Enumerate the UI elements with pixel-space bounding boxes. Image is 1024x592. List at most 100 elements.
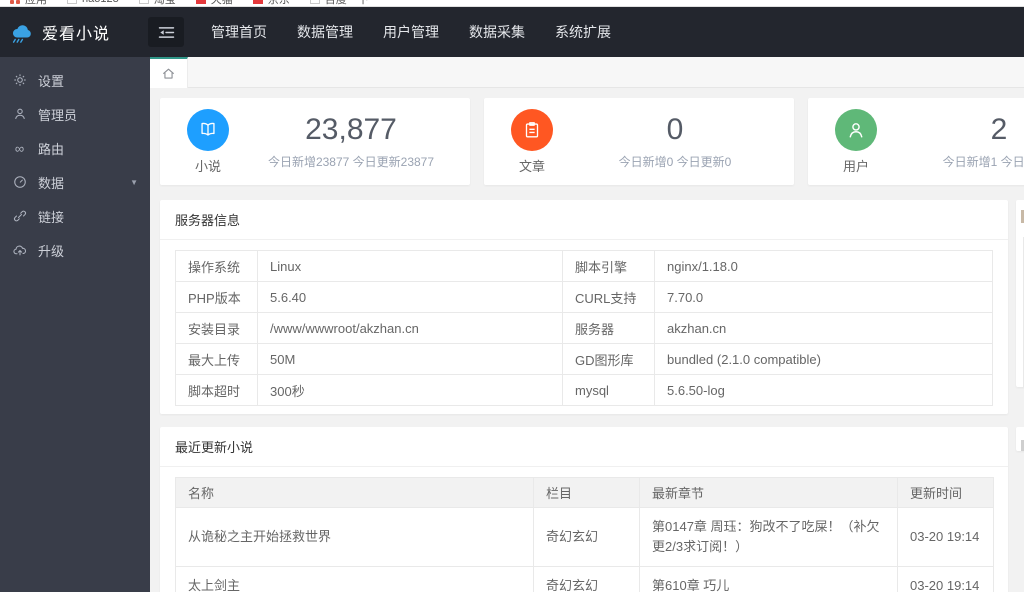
app-title: 爱看小说 <box>42 26 111 43</box>
sidebar-item-label: 管理员 <box>38 107 78 123</box>
novel-name: 从诡秘之主开始拯救世界 <box>175 506 534 568</box>
info-key: CURL支持 <box>562 281 655 313</box>
sidebar-item-admin[interactable]: 管理员 <box>0 97 150 131</box>
recent-novels-panel: 最近更新小说 名称 栏目 最新章节 更新时间 从诡秘之主开始拯救世界 奇幻玄幻 <box>160 427 1008 592</box>
stat-value: 0 <box>666 113 684 146</box>
bookmark-taobao[interactable]: 淘宝 <box>138 0 176 6</box>
info-key: 服务器 <box>562 312 655 344</box>
stat-label: 小说 <box>194 158 221 174</box>
bookmark-label: 应用 <box>25 0 47 6</box>
table-row: 最大上传 50M GD图形库 bundled (2.1.0 compatible… <box>175 343 993 375</box>
bookmark-label: 百度一下 <box>324 0 369 6</box>
nav-item-user-manage[interactable]: 用户管理 <box>368 7 454 57</box>
link-icon <box>12 209 27 224</box>
page-icon <box>67 0 77 4</box>
tab-home[interactable] <box>150 57 188 88</box>
admin-user-icon <box>12 107 27 122</box>
sidebar-item-label: 升级 <box>38 243 65 259</box>
bookmark-tmall[interactable]: 天猫 <box>195 0 233 6</box>
table-row: 脚本超时 300秒 mysql 5.6.50-log <box>175 374 993 406</box>
sidebar-item-settings[interactable]: 设置 <box>0 63 150 97</box>
info-key: PHP版本 <box>175 281 258 313</box>
home-icon <box>162 68 175 79</box>
page-icon <box>309 0 320 4</box>
sidebar-item-upgrade[interactable]: 升级 <box>0 233 150 267</box>
bookmark-baidu[interactable]: 百度一下 <box>309 0 369 6</box>
upgrade-cloud-icon <box>12 243 27 258</box>
bookmark-apps[interactable]: 应用 <box>10 0 47 6</box>
stat-label: 文章 <box>518 158 545 174</box>
main-content: 小说 23,877 今日新增23877 今日更新23877 文章 0 今日新增0… <box>150 88 1024 592</box>
jd-icon <box>252 0 263 4</box>
table-row: 安装目录 /www/wwwroot/akzhan.cn 服务器 akzhan.c… <box>175 312 993 344</box>
tab-strip <box>150 57 1024 88</box>
table-row[interactable]: 太上剑主 奇幻玄幻 第610章 巧儿 03-20 19:14 <box>175 566 994 592</box>
stat-subtext: 今日新增0 今日更新0 <box>618 155 732 169</box>
stat-card-novels[interactable]: 小说 23,877 今日新增23877 今日更新23877 <box>160 98 470 185</box>
bookmark-label: 淘宝 <box>153 0 176 6</box>
info-value: 5.6.50-log <box>654 374 993 406</box>
recent-novels-title: 最近更新小说 <box>160 427 1008 467</box>
dashboard-icon <box>12 175 27 190</box>
info-key: 脚本引擎 <box>562 250 655 282</box>
table-header-row: 名称 栏目 最新章节 更新时间 <box>175 477 994 508</box>
stat-cards-row: 小说 23,877 今日新增23877 今日更新23877 文章 0 今日新增0… <box>160 98 1024 185</box>
stat-card-articles[interactable]: 文章 0 今日新增0 今日更新0 <box>484 98 794 185</box>
chevron-down-icon: ▼ <box>130 177 138 187</box>
route-icon: ∞ <box>14 140 25 156</box>
novel-category: 奇幻玄幻 <box>533 566 640 592</box>
app-logo[interactable]: 爱看小说 <box>0 20 140 44</box>
right-panel-sliver <box>1016 427 1024 451</box>
book-icon <box>187 108 229 151</box>
bookmark-hao123[interactable]: hao123 <box>67 0 119 5</box>
novel-category: 奇幻玄幻 <box>533 506 640 568</box>
browser-bookmarks-bar: 应用 hao123 淘宝 天猫 京东 百度一下 <box>0 0 1024 7</box>
sidebar-item-label: 数据 <box>38 175 65 191</box>
info-key: 操作系统 <box>175 250 258 282</box>
column-header-name: 名称 <box>175 477 534 508</box>
gear-icon <box>12 73 27 88</box>
novel-latest-chapter: 第0147章 周珏：狗改不了吃屎！（补欠更2/3求订阅！） <box>639 506 898 568</box>
table-row[interactable]: 从诡秘之主开始拯救世界 奇幻玄幻 第0147章 周珏：狗改不了吃屎！（补欠更2/… <box>175 506 994 568</box>
sidebar-item-data[interactable]: 数据 ▼ <box>0 165 150 199</box>
info-value: bundled (2.1.0 compatible) <box>654 343 993 375</box>
bookmark-jd[interactable]: 京东 <box>252 0 290 6</box>
top-navigation: 管理首页 数据管理 用户管理 数据采集 系统扩展 <box>196 7 626 57</box>
menu-collapse-icon <box>158 26 174 38</box>
novel-update-time: 03-20 19:14 <box>897 506 994 568</box>
nav-item-data-manage[interactable]: 数据管理 <box>282 7 368 57</box>
stat-value: 23,877 <box>305 113 397 146</box>
app-header: 爱看小说 管理首页 数据管理 用户管理 数据采集 系统扩展 <box>0 7 1024 57</box>
stat-label: 用户 <box>842 158 869 174</box>
info-key: 脚本超时 <box>175 374 258 406</box>
column-header-category: 栏目 <box>533 477 640 508</box>
stat-subtext: 今日新增23877 今日更新23877 <box>267 155 435 169</box>
nav-item-home[interactable]: 管理首页 <box>196 7 282 57</box>
bookmark-label: hao123 <box>82 0 119 5</box>
table-row: 操作系统 Linux 脚本引擎 nginx/1.18.0 <box>175 250 993 282</box>
sidebar-item-label: 设置 <box>38 73 65 89</box>
column-header-update-time: 更新时间 <box>897 477 994 508</box>
sidebar-item-links[interactable]: 链接 <box>0 199 150 233</box>
column-header-latest-chapter: 最新章节 <box>639 477 898 508</box>
info-value: Linux <box>257 250 563 282</box>
info-value: 5.6.40 <box>257 281 563 313</box>
info-key: mysql <box>562 374 655 406</box>
nav-item-data-collect[interactable]: 数据采集 <box>454 7 540 57</box>
novel-latest-chapter: 第610章 巧儿 <box>639 566 898 592</box>
sidebar-collapse-button[interactable] <box>148 17 184 47</box>
stat-value: 2 <box>990 113 1008 146</box>
info-key: 安装目录 <box>175 312 258 344</box>
user-icon <box>835 108 877 151</box>
nav-item-system-extend[interactable]: 系统扩展 <box>540 7 626 57</box>
cloud-rain-logo-icon <box>12 25 31 43</box>
right-panel-sliver <box>1016 200 1024 387</box>
info-value: /www/wwwroot/akzhan.cn <box>257 312 563 344</box>
bookmark-label: 京东 <box>267 0 290 6</box>
stat-card-users[interactable]: 用户 2 今日新增1 今日更新1 <box>808 98 1024 185</box>
sidebar-item-route[interactable]: ∞ 路由 <box>0 131 150 165</box>
article-icon <box>511 108 553 151</box>
info-value: akzhan.cn <box>654 312 993 344</box>
server-info-panel: 服务器信息 操作系统 Linux 脚本引擎 nginx/1.18.0 PHP版本… <box>160 200 1008 414</box>
apps-grid-icon <box>10 0 20 4</box>
